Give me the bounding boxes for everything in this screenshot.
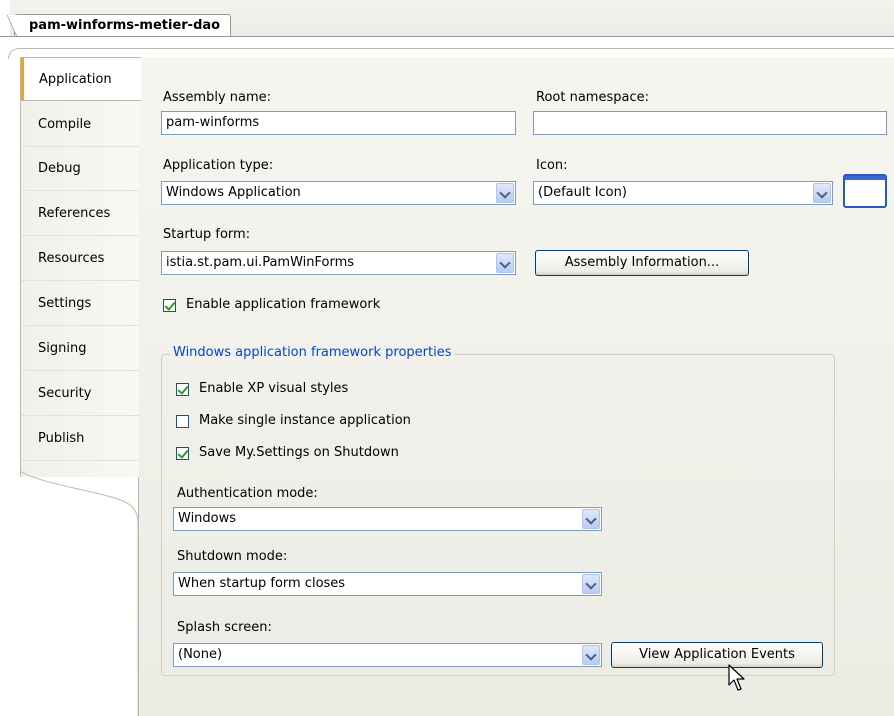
sidebar: Application Compile Debug References Res…: [20, 57, 141, 477]
shutdown-mode-value: When startup form closes: [178, 576, 346, 591]
sidebar-tail: [20, 463, 139, 716]
chevron-down-icon[interactable]: [582, 509, 600, 529]
sidebar-item-label: References: [38, 206, 111, 221]
startup-form-select[interactable]: istia.st.pam.ui.PamWinForms: [161, 251, 516, 275]
assembly-name-value: pam-winforms: [166, 115, 260, 130]
sidebar-item-label: Compile: [38, 117, 92, 132]
chevron-down-icon[interactable]: [496, 253, 514, 273]
splash-screen-value: (None): [178, 647, 223, 662]
sidebar-item-signing[interactable]: Signing: [21, 327, 139, 371]
application-type-select[interactable]: Windows Application: [161, 181, 516, 205]
startup-form-value: istia.st.pam.ui.PamWinForms: [166, 255, 355, 270]
authentication-mode-label: Authentication mode:: [177, 486, 318, 501]
chevron-down-icon[interactable]: [813, 183, 831, 203]
authentication-mode-select[interactable]: Windows: [173, 507, 602, 531]
xp-styles-checkbox[interactable]: [176, 383, 189, 396]
sidebar-item-label: Debug: [38, 161, 81, 176]
assembly-information-button[interactable]: Assembly Information...: [535, 250, 749, 276]
single-instance-checkbox[interactable]: [176, 415, 189, 428]
sidebar-item-security[interactable]: Security: [21, 372, 139, 416]
single-instance-label: Make single instance application: [199, 413, 411, 428]
sidebar-item-label: Publish: [38, 431, 85, 446]
save-settings-label: Save My.Settings on Shutdown: [199, 445, 399, 460]
sidebar-item-label: Signing: [38, 341, 87, 356]
sidebar-item-label: Security: [38, 386, 92, 401]
sidebar-item-label: Settings: [38, 296, 92, 311]
save-settings-checkbox[interactable]: [176, 447, 189, 460]
icon-label: Icon:: [536, 158, 568, 173]
root-namespace-field[interactable]: [533, 111, 887, 135]
sidebar-item-publish[interactable]: Publish: [21, 417, 139, 461]
tabstrip-divider: [0, 36, 894, 37]
splash-screen-select[interactable]: (None): [173, 643, 602, 667]
mouse-pointer-icon: [728, 664, 745, 691]
view-application-events-button[interactable]: View Application Events: [611, 642, 823, 668]
application-type-label: Application type:: [163, 158, 274, 173]
enable-framework-label: Enable application framework: [186, 297, 381, 312]
splash-screen-label: Splash screen:: [177, 620, 272, 635]
chevron-down-icon[interactable]: [582, 645, 600, 665]
icon-select[interactable]: (Default Icon): [533, 181, 833, 205]
shutdown-mode-label: Shutdown mode:: [177, 549, 288, 564]
icon-value: (Default Icon): [538, 185, 627, 200]
chevron-down-icon[interactable]: [496, 183, 514, 203]
application-type-value: Windows Application: [166, 185, 301, 200]
sidebar-item-resources[interactable]: Resources: [21, 237, 139, 281]
shutdown-mode-select[interactable]: When startup form closes: [173, 572, 602, 596]
sidebar-item-compile[interactable]: Compile: [21, 103, 139, 147]
sidebar-item-settings[interactable]: Settings: [21, 282, 139, 326]
document-tab[interactable]: pam-winforms-metier-dao: [6, 14, 232, 37]
sidebar-item-label: Application: [39, 72, 112, 87]
assembly-name-field[interactable]: pam-winforms: [161, 111, 516, 135]
root-namespace-label: Root namespace:: [536, 90, 649, 105]
sidebar-item-application[interactable]: Application: [21, 57, 141, 101]
window-icon: [843, 174, 887, 208]
xp-styles-label: Enable XP visual styles: [199, 381, 349, 396]
startup-form-label: Startup form:: [163, 227, 251, 242]
sidebar-item-references[interactable]: References: [21, 192, 139, 236]
authentication-mode-value: Windows: [178, 511, 237, 526]
sidebar-item-debug[interactable]: Debug: [21, 147, 139, 191]
sidebar-item-label: Resources: [38, 251, 105, 266]
enable-framework-checkbox[interactable]: [163, 299, 176, 312]
assembly-name-label: Assembly name:: [163, 90, 272, 105]
chevron-down-icon[interactable]: [582, 574, 600, 594]
document-tab-label: pam-winforms-metier-dao: [29, 18, 221, 33]
framework-group-title: Windows application framework properties: [170, 345, 455, 360]
